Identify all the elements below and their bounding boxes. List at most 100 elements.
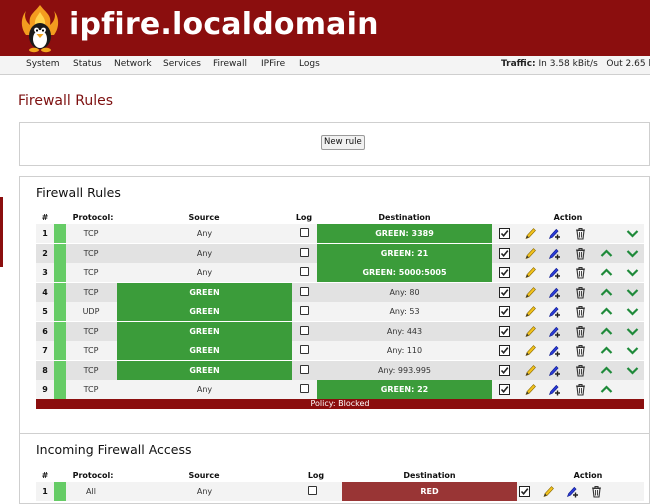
nav-item-status[interactable]: Status <box>73 59 102 69</box>
pencil-icon[interactable] <box>523 363 538 378</box>
rules-panel-title: Firewall Rules <box>36 185 121 200</box>
trash-icon[interactable] <box>573 226 588 241</box>
trash-icon[interactable] <box>573 382 588 397</box>
checkbox-icon[interactable] <box>497 304 512 319</box>
new-rule-button[interactable]: New rule <box>321 135 365 150</box>
arrow-up-icon[interactable] <box>599 382 614 397</box>
pencil-icon[interactable] <box>523 226 538 241</box>
checkbox-icon[interactable] <box>517 484 532 499</box>
checkbox-icon[interactable] <box>497 285 512 300</box>
arrow-up-icon[interactable] <box>599 343 614 358</box>
log-checkbox[interactable] <box>300 345 309 354</box>
copy-rule-icon[interactable] <box>565 484 580 499</box>
log-checkbox[interactable] <box>300 364 309 374</box>
table-row: 9 TCP Any GREEN: 22 <box>36 380 644 399</box>
checkbox-icon[interactable] <box>497 265 512 280</box>
checkbox-icon[interactable] <box>497 246 512 261</box>
pencil-icon[interactable] <box>523 246 538 261</box>
log-checkbox[interactable] <box>300 267 309 276</box>
rule-source: Any <box>196 385 213 394</box>
header-bar: ipfire.localdomain <box>0 0 650 56</box>
arrow-up-icon[interactable] <box>599 363 614 378</box>
log-checkbox[interactable] <box>300 325 309 335</box>
pencil-icon[interactable] <box>523 304 538 319</box>
col-destination: Destination <box>403 471 456 480</box>
checkbox-icon[interactable] <box>497 343 512 358</box>
traffic-readout: Traffic: In 3.58 kBit/s Out 2.65 kBit <box>501 59 650 69</box>
trash-icon[interactable] <box>573 324 588 339</box>
nav-item-services[interactable]: Services <box>163 59 201 69</box>
copy-rule-icon[interactable] <box>547 226 562 241</box>
traffic-label: Traffic: <box>501 59 536 69</box>
arrow-up-icon[interactable] <box>599 246 614 261</box>
rule-number: 7 <box>42 346 48 355</box>
rule-source: Any <box>196 248 213 258</box>
log-checkbox[interactable] <box>300 306 309 315</box>
rule-destination: GREEN: 5000:5005 <box>317 263 492 282</box>
rule-protocol: TCP <box>83 365 99 375</box>
trash-icon[interactable] <box>573 265 588 280</box>
checkbox-icon[interactable] <box>497 226 512 241</box>
trash-icon[interactable] <box>573 246 588 261</box>
nav-item-ipfire[interactable]: IPFire <box>261 59 285 69</box>
copy-rule-icon[interactable] <box>547 246 562 261</box>
trash-icon[interactable] <box>573 363 588 378</box>
table-row: 7 TCP GREEN Any: 110 <box>36 341 644 360</box>
arrow-down-icon[interactable] <box>625 285 640 300</box>
table-row: 5 UDP GREEN Any: 53 <box>36 302 644 321</box>
rule-status-indicator <box>54 302 66 321</box>
copy-rule-icon[interactable] <box>547 324 562 339</box>
arrow-up-icon[interactable] <box>599 324 614 339</box>
arrow-down-icon[interactable] <box>625 265 640 280</box>
checkbox-icon[interactable] <box>497 363 512 378</box>
copy-rule-icon[interactable] <box>547 285 562 300</box>
pencil-icon[interactable] <box>523 265 538 280</box>
nav-item-network[interactable]: Network <box>114 59 152 69</box>
rule-source: Any <box>196 487 213 496</box>
arrow-down-icon[interactable] <box>625 246 640 261</box>
checkbox-icon[interactable] <box>497 382 512 397</box>
trash-icon[interactable] <box>573 304 588 319</box>
log-checkbox[interactable] <box>300 247 309 257</box>
arrow-up-icon[interactable] <box>599 265 614 280</box>
copy-rule-icon[interactable] <box>547 304 562 319</box>
copy-rule-icon[interactable] <box>547 382 562 397</box>
trash-icon[interactable] <box>589 484 604 499</box>
rule-destination: Any: 993.995 <box>377 365 431 375</box>
rule-number: 3 <box>42 268 48 277</box>
log-checkbox[interactable] <box>308 486 317 495</box>
table-row: 3 TCP Any GREEN: 5000:5005 <box>36 263 644 282</box>
arrow-down-icon[interactable] <box>625 363 640 378</box>
pencil-icon[interactable] <box>523 285 538 300</box>
copy-rule-icon[interactable] <box>547 343 562 358</box>
pencil-icon[interactable] <box>523 343 538 358</box>
nav-item-system[interactable]: System <box>26 59 60 69</box>
checkbox-icon[interactable] <box>497 324 512 339</box>
rule-protocol: TCP <box>83 287 99 297</box>
arrow-up-icon[interactable] <box>599 285 614 300</box>
log-checkbox[interactable] <box>300 384 309 393</box>
pencil-icon[interactable] <box>523 324 538 339</box>
copy-rule-icon[interactable] <box>547 363 562 378</box>
arrow-down-icon[interactable] <box>625 226 640 241</box>
nav-item-logs[interactable]: Logs <box>299 59 320 69</box>
trash-icon[interactable] <box>573 285 588 300</box>
pencil-icon[interactable] <box>541 484 556 499</box>
log-checkbox[interactable] <box>300 228 309 237</box>
rule-source: GREEN <box>117 321 292 341</box>
left-accent <box>0 197 3 267</box>
trash-icon[interactable] <box>573 343 588 358</box>
arrow-up-icon[interactable] <box>599 304 614 319</box>
rule-status-indicator <box>54 282 66 302</box>
pencil-icon[interactable] <box>523 382 538 397</box>
log-checkbox[interactable] <box>300 286 309 296</box>
arrow-down-icon[interactable] <box>625 304 640 319</box>
nav-item-firewall[interactable]: Firewall <box>213 59 247 69</box>
col-protocol: Protocol: <box>72 213 114 222</box>
firewall-logo-icon <box>21 5 59 53</box>
col-num: # <box>41 213 49 222</box>
arrow-down-icon[interactable] <box>625 324 640 339</box>
copy-rule-icon[interactable] <box>547 265 562 280</box>
site-title: ipfire.localdomain <box>69 7 379 42</box>
arrow-down-icon[interactable] <box>625 343 640 358</box>
